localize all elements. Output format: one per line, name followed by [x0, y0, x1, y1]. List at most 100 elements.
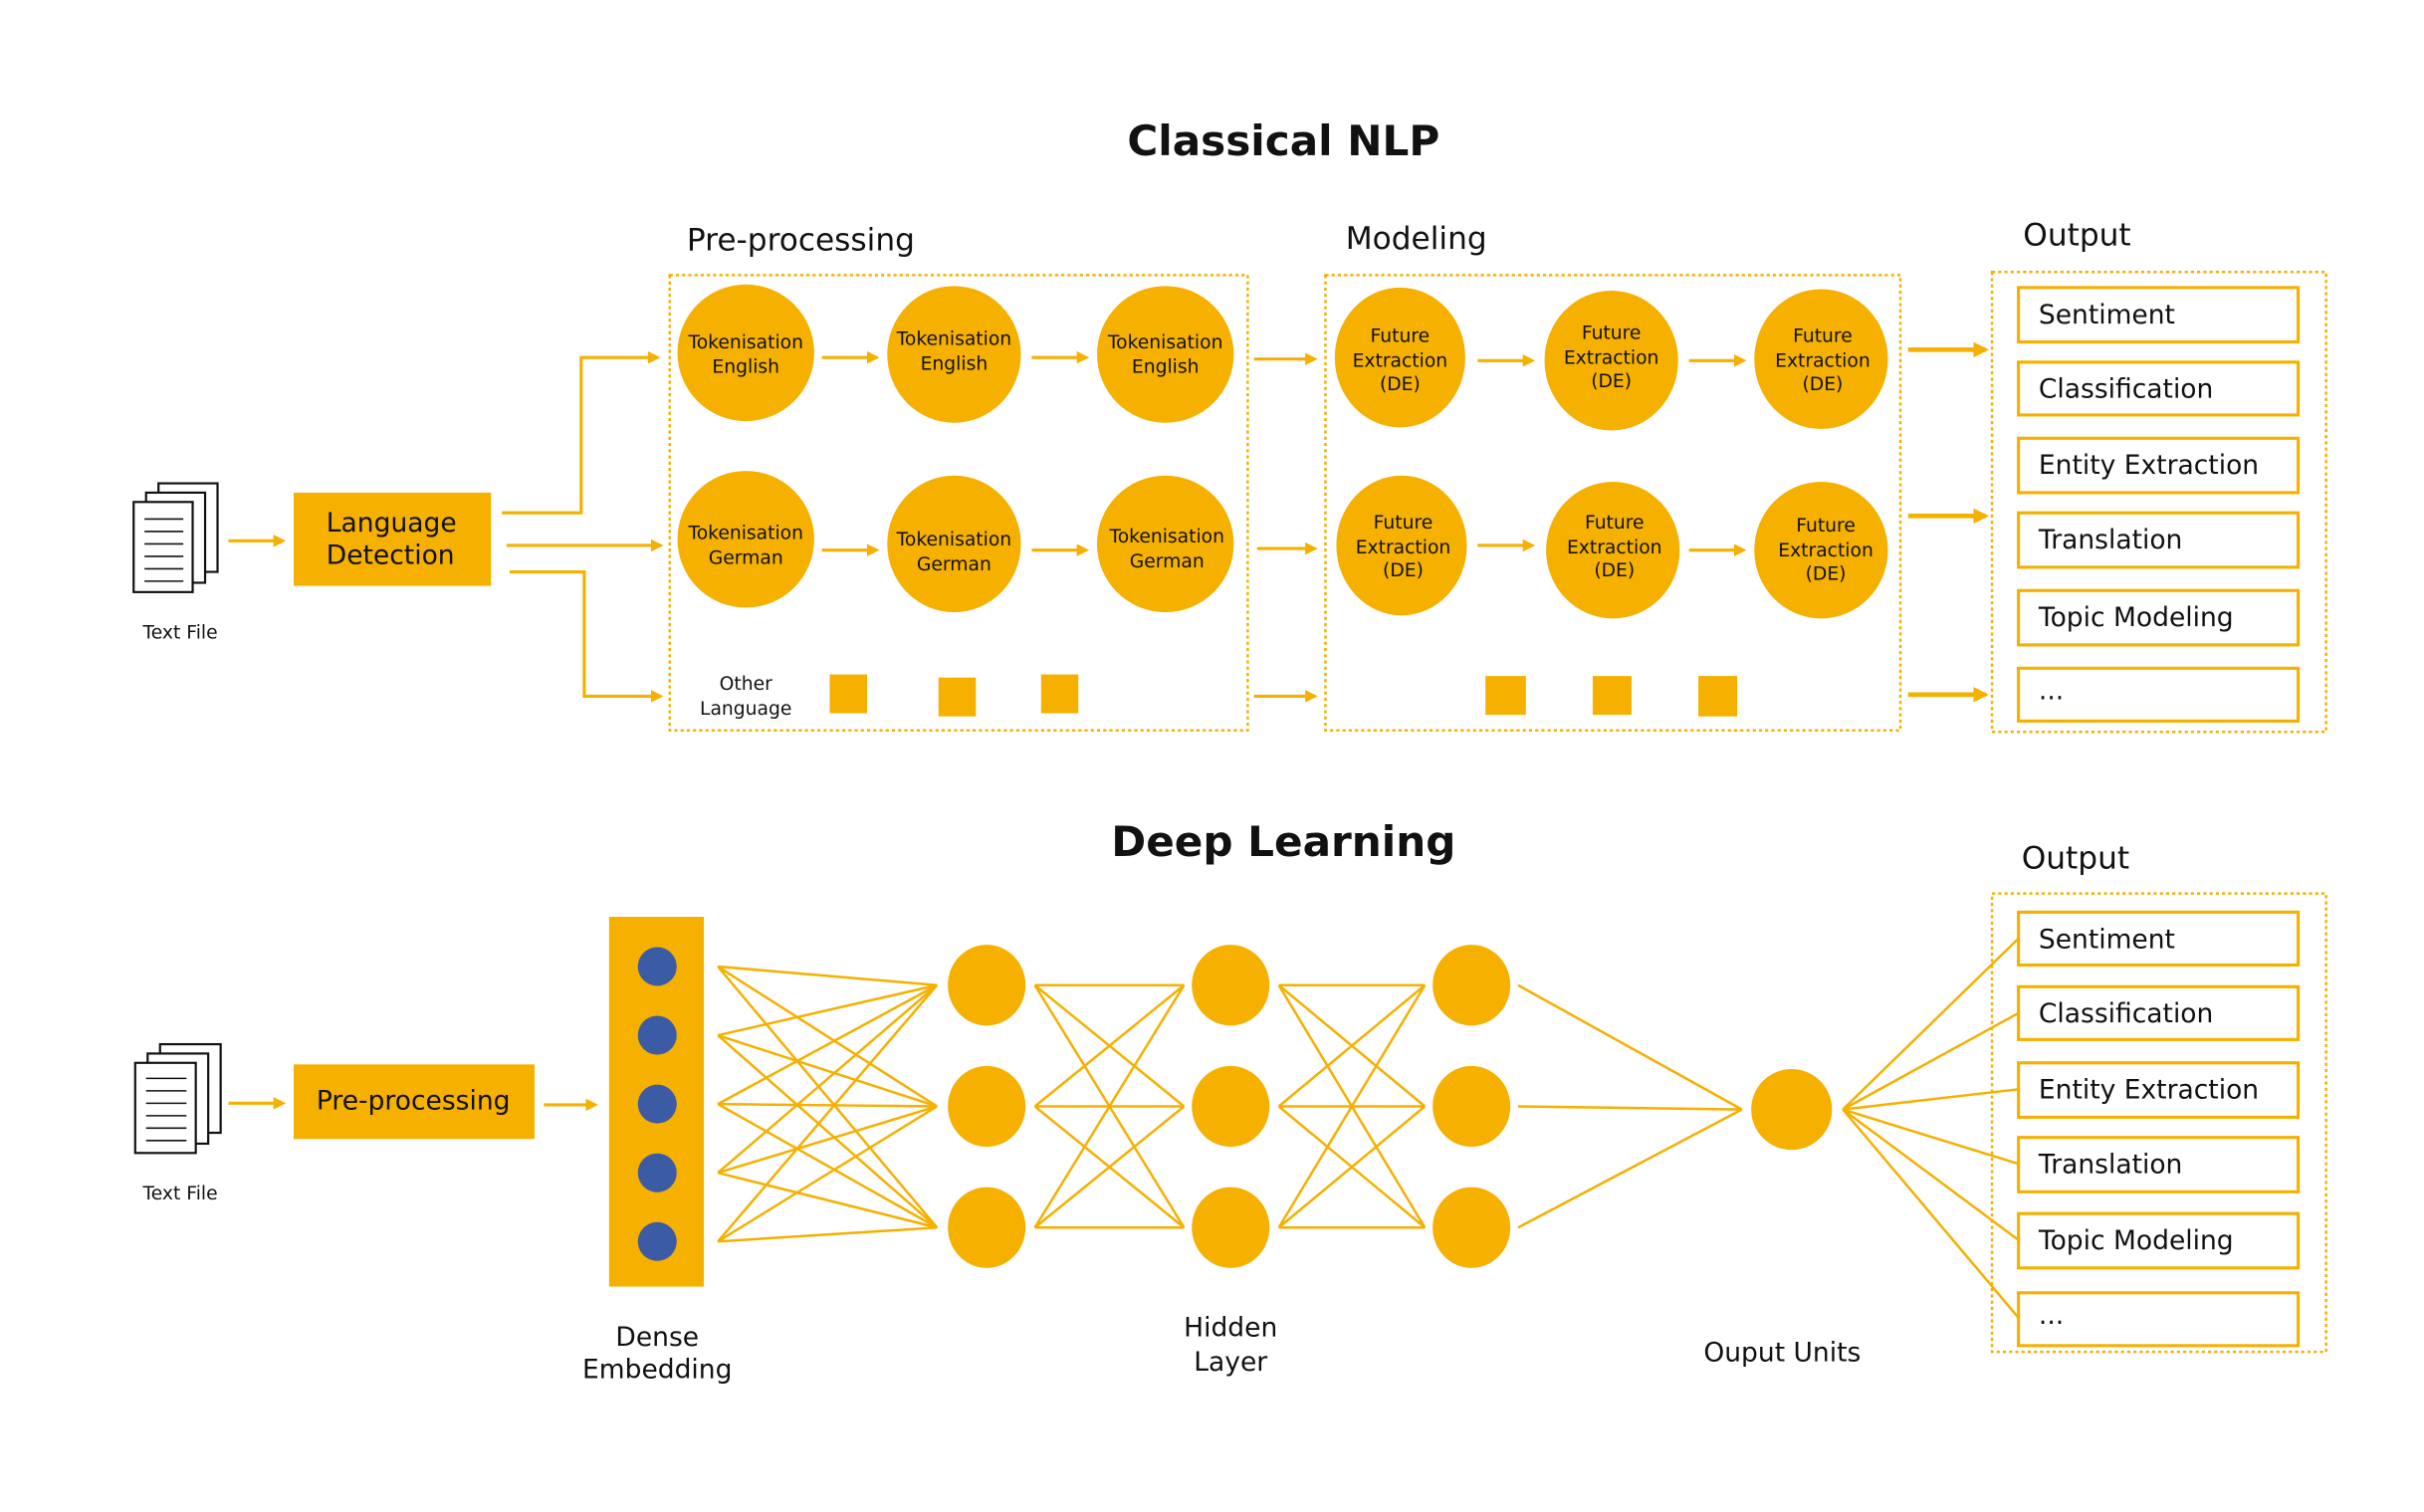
- output-item-label: Classification: [2039, 998, 2213, 1029]
- preprocessing-node[interactable]: Pre-processing: [294, 1064, 535, 1140]
- output-item-label: Entity Extraction: [2039, 450, 2259, 481]
- other-language-line1: Other: [720, 674, 772, 695]
- node-line2: Extraction: [1564, 347, 1659, 368]
- deep-learning-section: Deep Learning Text File Pre-processing D…: [133, 817, 2327, 1386]
- output-item-label: Topic Modeling: [2038, 1225, 2234, 1256]
- output-item-entity-extraction[interactable]: Entity Extraction: [2017, 1061, 2301, 1119]
- embedding-unit: [637, 947, 677, 986]
- output-item-topic-modeling[interactable]: Topic Modeling: [2017, 1211, 2301, 1270]
- classical-nlp-section: Classical NLP Text File Language Detecti…: [132, 116, 2327, 734]
- node-line2: English: [712, 357, 779, 378]
- feature-extraction-node[interactable]: Future Extraction (DE): [1334, 287, 1465, 428]
- connection: [717, 983, 939, 1175]
- feature-extraction-node[interactable]: Future Extraction (DE): [1544, 291, 1678, 431]
- node-line3: (DE): [1383, 560, 1424, 581]
- feature-extraction-node[interactable]: Future Extraction (DE): [1754, 482, 1888, 619]
- output-item-entity-extraction[interactable]: Entity Extraction: [2017, 436, 2301, 495]
- node-line1: Future: [1585, 513, 1645, 534]
- connection: [717, 983, 938, 1037]
- feature-extraction-node[interactable]: Future Extraction (DE): [1754, 289, 1888, 429]
- document-stack-icon: [133, 1042, 222, 1155]
- output-item-sentiment[interactable]: Sentiment: [2017, 910, 2301, 968]
- tokenisation-node[interactable]: Tokenisation English: [677, 284, 814, 422]
- output-item-more[interactable]: ...: [2017, 666, 2301, 723]
- connection: [717, 1105, 938, 1243]
- tokenisation-node[interactable]: Tokenisation German: [677, 471, 814, 608]
- language-detection-line1: Language: [327, 508, 457, 539]
- hidden-unit-layer-3: [1432, 945, 1511, 1026]
- output-label: Output: [2023, 218, 2130, 254]
- preprocessing-label: Pre-processing: [687, 222, 915, 258]
- output-item-label: ...: [2039, 676, 2064, 707]
- node-line3: (DE): [1380, 374, 1421, 395]
- hidden-unit-layer-3: [1432, 1065, 1511, 1148]
- modeling-label: Modeling: [1346, 221, 1487, 257]
- node-line2: Extraction: [1567, 538, 1662, 558]
- connection: [717, 1105, 938, 1175]
- output-item-label: Translation: [2038, 1150, 2182, 1181]
- output-item-classification[interactable]: Classification: [2017, 984, 2301, 1041]
- output-connection: [1843, 1088, 2019, 1111]
- language-detection-line2: Detection: [327, 540, 455, 571]
- node-line1: Future: [1582, 323, 1642, 343]
- connection: [717, 1034, 939, 1229]
- placeholder-step: [1485, 676, 1526, 716]
- language-detection-node[interactable]: Language Detection: [294, 492, 492, 586]
- hidden-unit-layer-1: [948, 1065, 1026, 1148]
- node-line1: Tokenisation: [896, 530, 1012, 550]
- output-item-classification[interactable]: Classification: [2017, 360, 2301, 417]
- placeholder-step: [1040, 674, 1079, 714]
- connection: [717, 1103, 938, 1229]
- output-item-label: Sentiment: [2039, 300, 2175, 330]
- output-item-translation[interactable]: Translation: [2017, 1136, 2301, 1193]
- dense-embedding-label-line1: Dense: [615, 1322, 699, 1353]
- route-english: [502, 350, 661, 515]
- other-language-line2: Language: [700, 699, 791, 720]
- hidden-layer-label-line2: Layer: [1194, 1347, 1267, 1378]
- output-item-topic-modeling[interactable]: Topic Modeling: [2017, 588, 2301, 647]
- node-line2: German: [917, 554, 992, 575]
- dense-embedding-label-line2: Embedding: [582, 1355, 732, 1386]
- node-line2: Extraction: [1775, 350, 1871, 371]
- connection: [717, 983, 939, 1243]
- hidden-layer-label-line1: Hidden: [1184, 1312, 1277, 1343]
- connection: [718, 1225, 938, 1243]
- node-line1: Tokenisation: [687, 332, 803, 353]
- hidden-unit-layer-2: [1192, 1187, 1270, 1268]
- preprocessing-label: Pre-processing: [317, 1086, 511, 1117]
- output-connection: [1842, 1108, 2019, 1166]
- nlp-pipeline-diagram: Classical NLP Text File Language Detecti…: [132, 116, 2327, 1386]
- tokenisation-node[interactable]: Tokenisation English: [887, 286, 1021, 423]
- output-item-translation[interactable]: Translation: [2017, 511, 2301, 569]
- text-file-label: Text File: [141, 1184, 217, 1204]
- tokenisation-node[interactable]: Tokenisation German: [1096, 475, 1234, 613]
- connection: [1517, 1108, 1743, 1229]
- output-item-sentiment[interactable]: Sentiment: [2017, 286, 2301, 344]
- output-unit[interactable]: [1751, 1069, 1833, 1151]
- output-item-label: ...: [2039, 1300, 2064, 1331]
- tokenisation-node[interactable]: Tokenisation German: [887, 475, 1021, 613]
- node-line1: Future: [1374, 513, 1433, 534]
- connection: [717, 966, 939, 1229]
- placeholder-step: [829, 674, 867, 714]
- tokenisation-node[interactable]: Tokenisation English: [1096, 286, 1234, 423]
- output-item-label: Classification: [2039, 374, 2213, 405]
- output-item-label: Sentiment: [2039, 924, 2175, 955]
- embedding-unit: [637, 1084, 677, 1124]
- placeholder-step: [1698, 676, 1738, 717]
- output-label: Output: [2022, 841, 2129, 877]
- feature-extraction-node[interactable]: Future Extraction (DE): [1336, 475, 1467, 616]
- dense-embedding-layer[interactable]: [608, 917, 705, 1287]
- hidden-unit-layer-1: [948, 1187, 1026, 1268]
- hidden-unit-layer-2: [1192, 1065, 1270, 1148]
- embedding-unit: [637, 1221, 677, 1261]
- output-item-more[interactable]: ...: [2017, 1291, 2301, 1348]
- connection: [1517, 1105, 1742, 1111]
- placeholder-step: [1592, 676, 1632, 716]
- node-line1: Future: [1793, 326, 1853, 347]
- deep-learning-title: Deep Learning: [1111, 817, 1455, 866]
- feature-extraction-node[interactable]: Future Extraction (DE): [1546, 482, 1680, 619]
- node-line1: Tokenisation: [1108, 527, 1224, 547]
- connection: [718, 965, 938, 986]
- node-line1: Future: [1371, 326, 1431, 347]
